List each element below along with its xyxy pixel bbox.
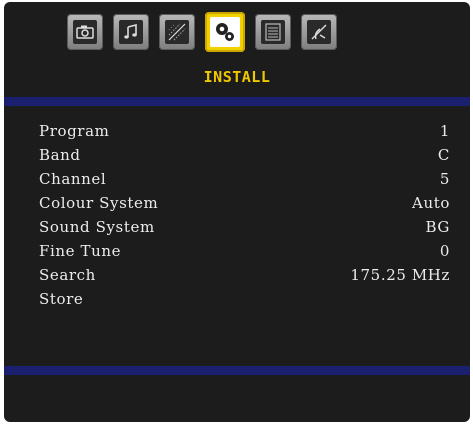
tab-source[interactable]: [301, 14, 337, 50]
menu-title: INSTALL: [203, 68, 271, 86]
tab-install[interactable]: [205, 12, 245, 52]
setting-value: 5: [439, 170, 450, 188]
osd-frame: INSTALL Program 1 Band C Channel 5 Colou…: [4, 2, 470, 422]
setting-row-sound-system[interactable]: Sound System BG: [39, 215, 450, 239]
setting-row-search[interactable]: Search 175.25 MHz: [39, 263, 450, 287]
setting-value: 0: [439, 242, 450, 260]
camera-icon: [73, 20, 97, 44]
setting-label: Program: [39, 122, 110, 140]
setting-value: Auto: [412, 194, 450, 212]
list-icon: [261, 20, 285, 44]
tab-camera[interactable]: [67, 14, 103, 50]
tab-picture[interactable]: [159, 14, 195, 50]
setting-label: Fine Tune: [39, 242, 122, 260]
setting-row-channel[interactable]: Channel 5: [39, 167, 450, 191]
gears-icon: [210, 17, 240, 47]
setting-label: Search: [39, 266, 96, 284]
setting-label: Store: [39, 290, 84, 308]
satellite-dish-icon: [307, 20, 331, 44]
picture-settings-icon: [165, 20, 189, 44]
tv-screen: INSTALL Program 1 Band C Channel 5 Colou…: [0, 0, 473, 425]
header-divider-band: [4, 97, 470, 106]
setting-value: C: [437, 146, 450, 164]
footer-divider-band: [4, 366, 470, 375]
install-settings-list: Program 1 Band C Channel 5 Colour System…: [39, 119, 450, 311]
setting-row-colour-system[interactable]: Colour System Auto: [39, 191, 450, 215]
setting-label: Band: [39, 146, 81, 164]
music-note-icon: [119, 20, 143, 44]
menu-tab-bar: [67, 12, 337, 52]
setting-row-program[interactable]: Program 1: [39, 119, 450, 143]
setting-label: Channel: [39, 170, 107, 188]
tab-list[interactable]: [255, 14, 291, 50]
setting-row-fine-tune[interactable]: Fine Tune 0: [39, 239, 450, 263]
setting-label: Sound System: [39, 218, 155, 236]
setting-row-store[interactable]: Store: [39, 287, 450, 311]
setting-row-band[interactable]: Band C: [39, 143, 450, 167]
setting-value: 175.25 MHz: [350, 266, 450, 284]
setting-label: Colour System: [39, 194, 159, 212]
tab-sound[interactable]: [113, 14, 149, 50]
setting-value: BG: [425, 218, 450, 236]
setting-value: 1: [439, 122, 450, 140]
